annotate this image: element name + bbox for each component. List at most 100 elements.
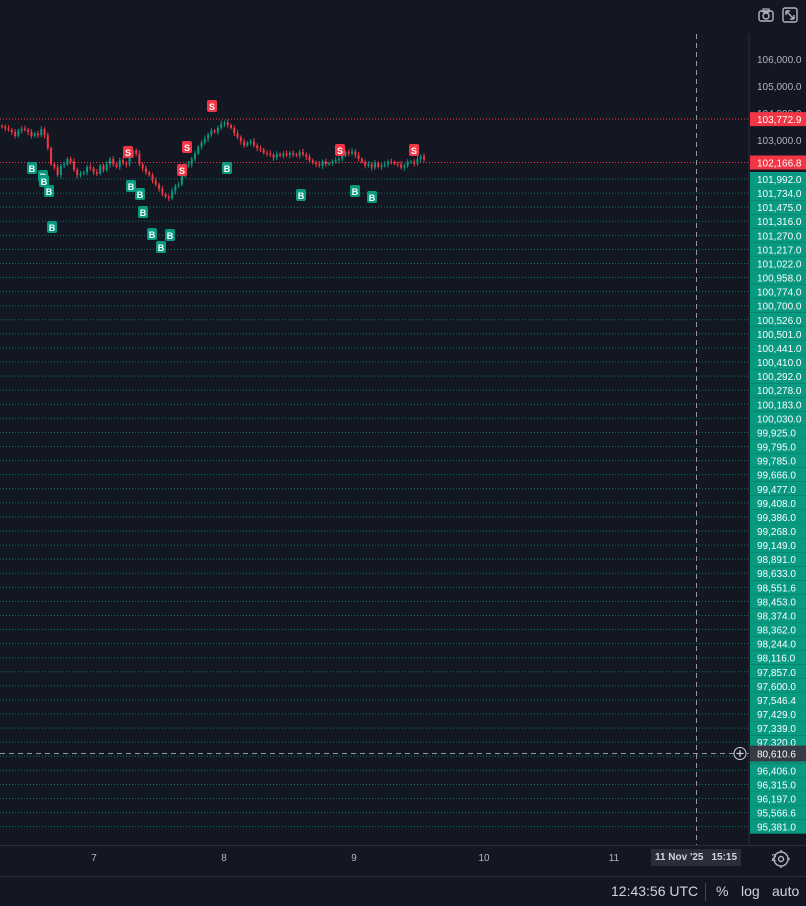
order-level-label: 99,925.0 (757, 428, 796, 439)
order-level-label: 99,666.0 (757, 471, 796, 482)
order-level-label: 100,526.0 (757, 316, 802, 327)
svg-text:B: B (128, 182, 135, 192)
candle (220, 120, 223, 130)
candle (115, 162, 118, 169)
candle (360, 157, 363, 164)
svg-text:B: B (352, 187, 359, 197)
order-level-label: 99,149.0 (757, 541, 796, 552)
price-tick-label: 106,000.0 (757, 55, 802, 66)
svg-text:S: S (179, 166, 185, 176)
buy-marker: B (296, 189, 306, 201)
order-level-label: 97,546.4 (757, 696, 796, 707)
candle (351, 148, 354, 156)
time-tick-label: 7 (91, 853, 97, 864)
candle (76, 167, 79, 179)
sell-marker: S (182, 141, 192, 153)
buy-marker: B (135, 188, 145, 200)
order-level-label: 100,030.0 (757, 414, 802, 425)
candle (161, 185, 164, 197)
candle (256, 143, 259, 152)
svg-text:S: S (209, 102, 215, 112)
candle (331, 159, 334, 166)
order-level-label: 100,292.0 (757, 372, 802, 383)
candle (102, 163, 105, 173)
candle (141, 162, 144, 172)
clock-readout[interactable]: 12:43:56 UTC (611, 883, 698, 899)
candle (56, 164, 59, 178)
candle (95, 169, 98, 177)
order-level-label: 96,197.0 (757, 795, 796, 806)
price-tick-label: 103,000.0 (757, 136, 802, 147)
order-level-label: 100,183.0 (757, 400, 802, 411)
log-scale-toggle[interactable]: log (741, 883, 760, 899)
candle (86, 164, 89, 176)
order-level-label: 97,339.0 (757, 724, 796, 735)
order-level-label: 98,891.0 (757, 555, 796, 566)
buy-marker: B (126, 180, 136, 192)
candle (396, 161, 399, 168)
order-level-label: 99,386.0 (757, 513, 796, 524)
sell-marker: S (409, 144, 419, 156)
candle (203, 135, 206, 145)
candle (17, 128, 20, 138)
candle (171, 188, 174, 201)
candle (216, 125, 219, 135)
buy-marker: B (222, 162, 232, 174)
candle (23, 125, 26, 132)
candle (36, 130, 39, 138)
candle (53, 161, 56, 171)
buy-marker: B (47, 221, 57, 233)
candle (33, 131, 36, 138)
svg-text:S: S (184, 143, 190, 153)
candle (59, 163, 62, 179)
fullscreen-icon[interactable] (781, 6, 799, 24)
order-level-label: 101,734.0 (757, 189, 802, 200)
candle (357, 152, 360, 162)
candle (92, 166, 95, 176)
percent-scale-toggle[interactable]: % (716, 883, 728, 899)
buy-marker: B (138, 206, 148, 218)
price-axis-labels: 101,992.0 101,734.0 101,475.0 101,316.0 101,… (733, 112, 806, 834)
buy-marker: B (44, 185, 54, 197)
order-level-label: 98,362.0 (757, 626, 796, 637)
toolbar-divider (705, 883, 706, 901)
candle (210, 127, 213, 138)
candle (288, 150, 291, 159)
candle (20, 126, 23, 134)
candle (112, 156, 115, 167)
candle (10, 127, 13, 136)
chart-canvas[interactable]: BBBBSBBBBBBBSSSBBSBBS 106,000.0105,000.0… (0, 0, 806, 906)
settings-icon[interactable] (770, 848, 792, 870)
candle (229, 123, 232, 130)
candlestick-series (1, 119, 425, 201)
candle (403, 163, 406, 171)
camera-icon[interactable] (757, 6, 775, 24)
candle (158, 182, 161, 192)
order-level-label: 98,551.6 (757, 583, 796, 594)
candle (40, 125, 43, 138)
candle (7, 125, 10, 132)
add-order-icon[interactable] (733, 747, 747, 760)
candle (409, 159, 412, 164)
candle (99, 164, 102, 176)
order-level-label: 100,441.0 (757, 344, 802, 355)
svg-text:B: B (167, 231, 174, 241)
order-level-label: 96,406.0 (757, 766, 796, 777)
order-level-label: 99,795.0 (757, 443, 796, 454)
order-level-label: 100,700.0 (757, 302, 802, 313)
sell-marker: S (335, 144, 345, 156)
candle (390, 158, 393, 165)
candle (4, 124, 7, 132)
candle (151, 172, 154, 184)
candle (315, 160, 318, 168)
candle (1, 124, 3, 129)
last-price-label: 102,166.8 (757, 158, 802, 169)
price-tick-label: 105,000.0 (757, 82, 802, 93)
order-level-label: 101,217.0 (757, 245, 802, 256)
order-level-label: 100,501.0 (757, 330, 802, 341)
candle (72, 158, 75, 172)
candle (328, 161, 331, 166)
svg-text:B: B (29, 164, 36, 174)
auto-scale-toggle[interactable]: auto (772, 883, 799, 899)
order-level-label: 99,408.0 (757, 499, 796, 510)
